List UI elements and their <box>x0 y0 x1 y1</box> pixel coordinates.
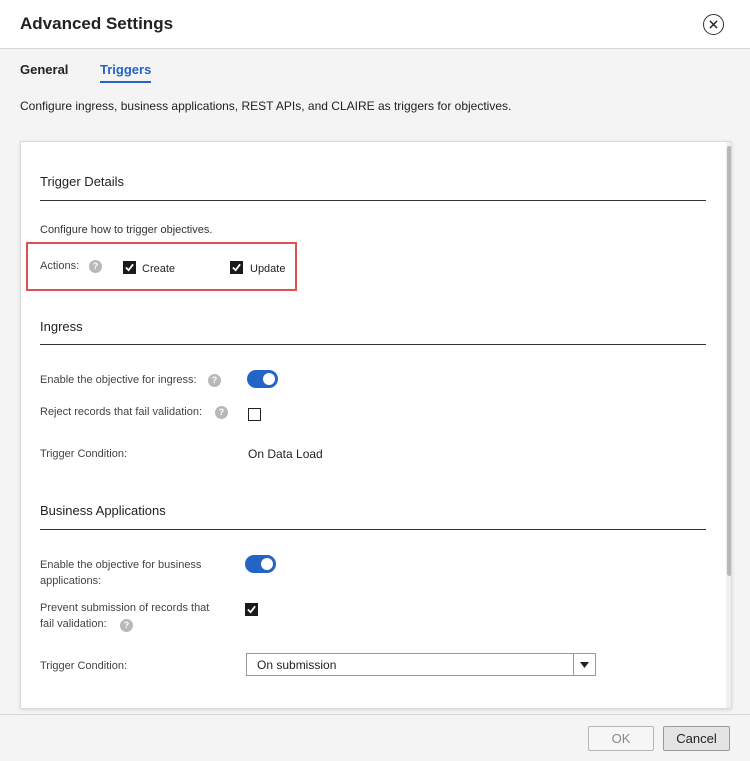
trigger-details-subtitle: Configure how to trigger objectives. <box>40 224 213 236</box>
scrollbar-thumb[interactable] <box>727 146 731 576</box>
cancel-button[interactable]: Cancel <box>663 726 730 751</box>
toggle-knob <box>263 373 275 385</box>
section-title-ingress: Ingress <box>40 319 83 334</box>
section-divider <box>40 200 706 201</box>
select-value: On submission <box>257 658 337 672</box>
help-icon[interactable]: ? <box>120 619 133 632</box>
page-description: Configure ingress, business applications… <box>20 99 512 113</box>
section-divider <box>40 529 706 530</box>
ok-button[interactable]: OK <box>588 726 654 751</box>
create-label: Create <box>142 263 176 275</box>
ingress-trigger-condition-label: Trigger Condition: <box>40 448 128 460</box>
dialog-footer: OK Cancel <box>0 714 750 761</box>
help-icon[interactable]: ? <box>89 260 102 273</box>
dialog-title: Advanced Settings <box>20 14 174 33</box>
update-checkbox[interactable] <box>230 261 243 274</box>
create-checkbox[interactable] <box>123 261 136 274</box>
checkmark-icon <box>125 263 134 272</box>
dialog-header: Advanced Settings <box>0 0 750 49</box>
close-button[interactable] <box>703 14 724 35</box>
enable-ingress-label: Enable the objective for ingress: <box>40 374 197 386</box>
tab-triggers[interactable]: Triggers <box>100 62 152 83</box>
ingress-trigger-condition-value: On Data Load <box>248 447 323 461</box>
settings-panel: Trigger Details Configure how to trigger… <box>20 141 732 709</box>
dialog-body: General Triggers Configure ingress, busi… <box>0 49 750 714</box>
section-divider <box>40 344 706 345</box>
help-icon[interactable]: ? <box>215 406 228 419</box>
toggle-knob <box>261 558 273 570</box>
business-trigger-condition-label: Trigger Condition: <box>40 660 128 672</box>
tab-general[interactable]: General <box>20 62 68 77</box>
update-label: Update <box>250 263 286 275</box>
caret-down-icon <box>580 661 589 668</box>
enable-business-apps-label: Enable the objective for business applic… <box>40 559 202 587</box>
checkmark-icon <box>247 605 256 614</box>
help-icon[interactable]: ? <box>208 374 221 387</box>
business-trigger-condition-select[interactable]: On submission <box>246 653 596 676</box>
enable-business-apps-toggle[interactable] <box>245 555 276 573</box>
reject-records-label: Reject records that fail validation: <box>40 406 203 418</box>
panel-scrollbar[interactable] <box>726 142 731 708</box>
checkmark-icon <box>232 263 241 272</box>
close-icon <box>709 20 718 29</box>
dropdown-arrow[interactable] <box>573 654 595 675</box>
section-title-business-applications: Business Applications <box>40 503 166 518</box>
prevent-submission-checkbox[interactable] <box>245 603 258 616</box>
actions-label: Actions: <box>40 260 80 272</box>
reject-records-checkbox[interactable] <box>248 408 261 421</box>
section-title-trigger-details: Trigger Details <box>40 174 125 189</box>
enable-ingress-toggle[interactable] <box>247 370 278 388</box>
